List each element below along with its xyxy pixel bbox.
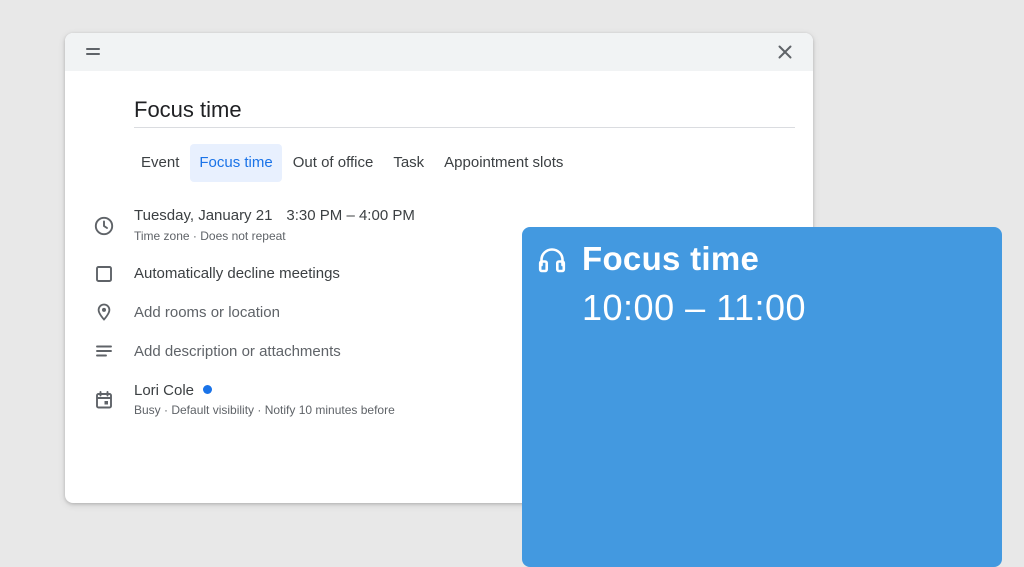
location-input[interactable]: Add rooms or location xyxy=(134,304,280,321)
calendar-color-dot xyxy=(203,385,213,394)
calendar-owner-name: Lori Cole xyxy=(134,382,195,399)
tab-appointment-slots[interactable]: Appointment slots xyxy=(435,144,572,182)
description-input[interactable]: Add description or attachments xyxy=(134,343,341,360)
calendar-details: Busy · Default visibility · Notify 10 mi… xyxy=(134,403,395,417)
timezone-repeat-text: Time zone · Does not repeat xyxy=(134,229,286,243)
event-date: Tuesday, January 21 xyxy=(134,207,273,224)
checkbox-icon[interactable] xyxy=(93,263,115,285)
event-title-input[interactable] xyxy=(134,93,795,128)
tab-task[interactable]: Task xyxy=(384,144,433,182)
calendar-icon xyxy=(93,389,115,411)
focus-card-title: Focus time xyxy=(582,240,760,277)
tab-focus-time[interactable]: Focus time xyxy=(190,144,282,182)
close-icon[interactable] xyxy=(775,42,795,62)
event-time: 3:30 PM – 4:00 PM xyxy=(286,207,415,224)
decline-meetings-label: Automatically decline meetings xyxy=(134,265,340,282)
datetime-text[interactable]: Tuesday, January 21 3:30 PM – 4:00 PM xyxy=(134,207,415,224)
calendar-owner[interactable]: Lori Cole xyxy=(134,382,213,399)
event-type-tabs: Event Focus time Out of office Task Appo… xyxy=(132,144,574,182)
dialog-header xyxy=(65,33,813,71)
drag-handle-icon[interactable] xyxy=(86,48,100,56)
location-pin-icon xyxy=(93,301,115,323)
tab-out-of-office[interactable]: Out of office xyxy=(284,144,383,182)
clock-icon xyxy=(93,215,115,237)
focus-card-time: 10:00 – 11:00 xyxy=(582,287,807,328)
notes-icon xyxy=(93,340,115,362)
focus-time-card[interactable]: Focus time 10:00 – 11:00 xyxy=(522,227,1002,567)
tab-event[interactable]: Event xyxy=(132,144,188,182)
headphones-icon xyxy=(537,245,567,275)
